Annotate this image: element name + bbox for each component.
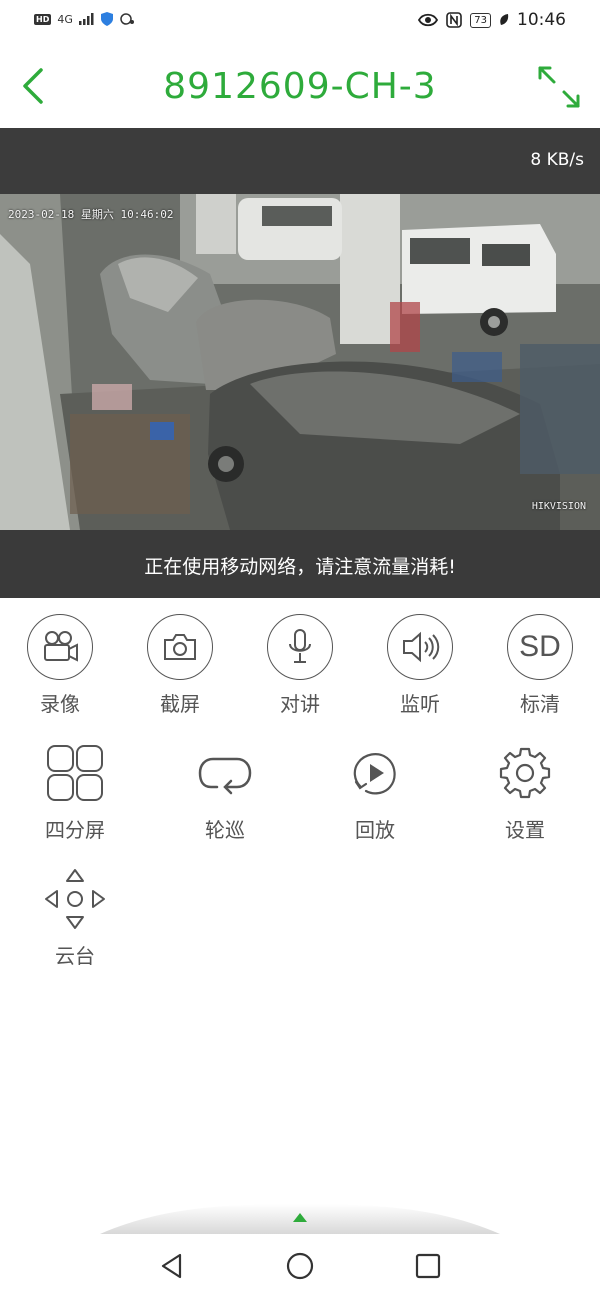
record-label: 录像 bbox=[40, 692, 80, 716]
listen-button[interactable]: 监听 bbox=[370, 614, 470, 717]
listen-label: 监听 bbox=[400, 692, 440, 716]
eye-icon bbox=[418, 13, 439, 27]
leaf-icon bbox=[500, 14, 509, 25]
network-notice: 正在使用移动网络，请注意流量消耗! bbox=[144, 556, 456, 578]
screenshot-label: 截屏 bbox=[160, 692, 200, 716]
playback-button[interactable]: 回放 bbox=[325, 740, 425, 843]
fullscreen-button[interactable] bbox=[534, 62, 584, 112]
nfc-icon bbox=[446, 12, 463, 28]
patrol-button[interactable]: 轮巡 bbox=[175, 740, 275, 843]
status-bar: HD 4G 73 10:46 bbox=[0, 0, 600, 46]
speaker-icon bbox=[403, 631, 440, 663]
gear-icon bbox=[499, 747, 551, 799]
system-nav-bar bbox=[0, 1234, 600, 1297]
quality-button[interactable]: SD 标清 bbox=[490, 614, 590, 717]
replay-icon bbox=[353, 753, 396, 795]
playback-label: 回放 bbox=[355, 818, 395, 842]
record-button[interactable]: 录像 bbox=[10, 614, 110, 717]
expand-icon bbox=[538, 66, 580, 108]
back-triangle-icon[interactable] bbox=[156, 1250, 188, 1282]
camera-feed[interactable]: 2023-02-18 星期六 10:46:02 HIKVISION bbox=[0, 194, 600, 530]
patrol-label: 轮巡 bbox=[205, 818, 245, 842]
home-circle-icon[interactable] bbox=[284, 1250, 316, 1282]
network-type: 4G bbox=[57, 12, 73, 26]
top-nav: 8912609-CH-3 bbox=[0, 46, 600, 128]
ptz-direction-icon bbox=[45, 869, 105, 929]
shield-icon bbox=[100, 12, 113, 26]
page-title: 8912609-CH-3 bbox=[163, 66, 437, 107]
recents-square-icon[interactable] bbox=[412, 1250, 444, 1282]
quad-view-button[interactable]: 四分屏 bbox=[25, 740, 125, 843]
ptz-label: 云台 bbox=[55, 944, 95, 968]
cloud-sync-icon bbox=[120, 13, 134, 25]
quad-view-label: 四分屏 bbox=[45, 818, 105, 842]
ptz-button[interactable]: 云台 bbox=[25, 866, 125, 969]
data-rate: 8 KB/s bbox=[530, 150, 584, 170]
grid-four-icon bbox=[47, 745, 103, 801]
hd-badge: HD bbox=[34, 13, 52, 25]
quality-label: 标清 bbox=[520, 692, 560, 716]
camera-brand: HIKVISION bbox=[531, 501, 586, 512]
screenshot-button[interactable]: 截屏 bbox=[130, 614, 230, 717]
signal-icon bbox=[78, 13, 94, 25]
battery-indicator: 73 bbox=[470, 12, 491, 28]
camera-timestamp: 2023-02-18 星期六 10:46:02 bbox=[8, 208, 174, 221]
camera-feed-image bbox=[0, 194, 600, 530]
microphone-icon bbox=[289, 629, 311, 663]
settings-label: 设置 bbox=[505, 818, 545, 842]
talk-button[interactable]: 对讲 bbox=[250, 614, 350, 717]
network-notice-bar: 正在使用移动网络，请注意流量消耗! bbox=[0, 530, 600, 598]
clock: 10:46 bbox=[517, 10, 566, 30]
settings-button[interactable]: 设置 bbox=[475, 740, 575, 843]
drawer-up-arrow-icon[interactable] bbox=[290, 1210, 310, 1224]
talk-label: 对讲 bbox=[280, 692, 320, 716]
video-top-bar: 8 KB/s bbox=[0, 128, 600, 194]
loop-icon bbox=[198, 757, 252, 795]
sd-badge: SD bbox=[519, 630, 561, 663]
video-camera-icon bbox=[44, 631, 78, 662]
camera-icon bbox=[164, 634, 196, 660]
